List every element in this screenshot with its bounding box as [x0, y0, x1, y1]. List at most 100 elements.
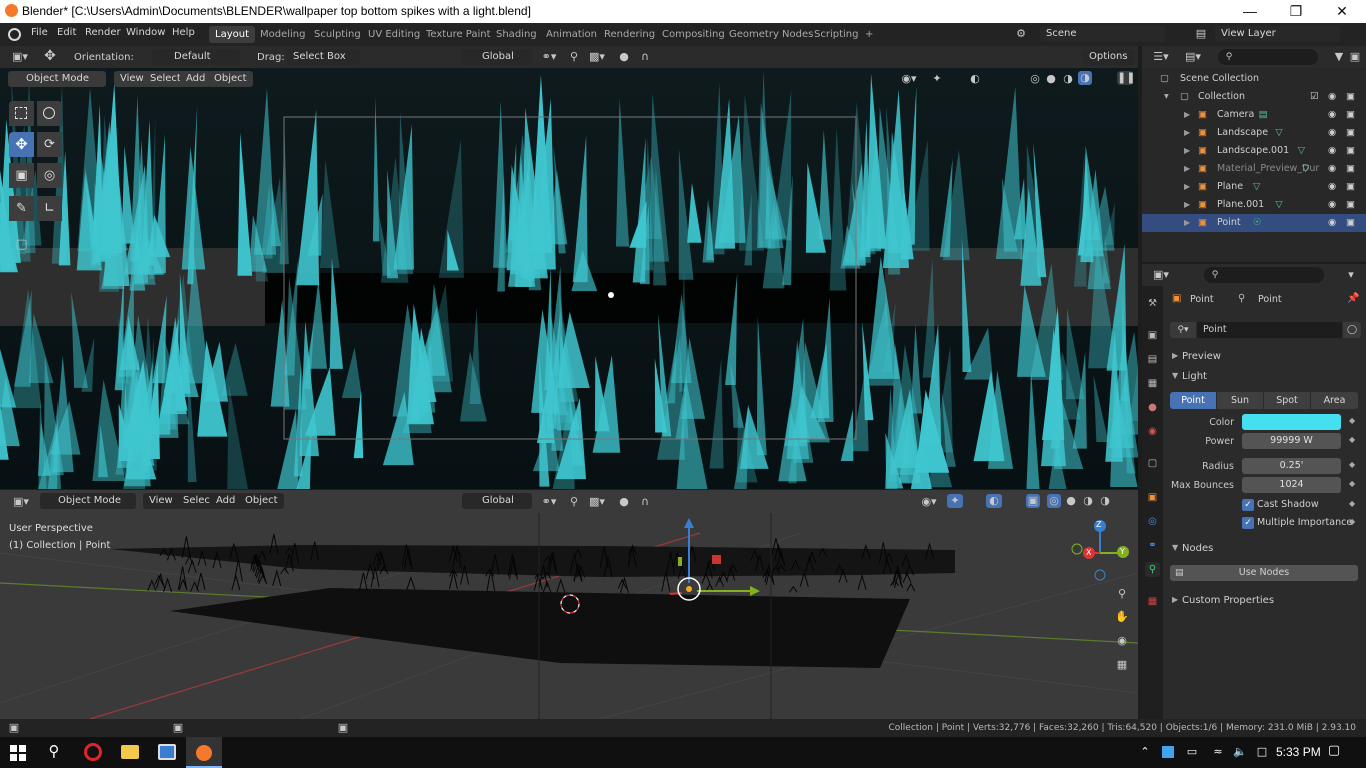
- battery-icon[interactable]: ▭: [1184, 745, 1200, 759]
- preview-panel-header[interactable]: ▶ Preview: [1166, 348, 1366, 366]
- tab-rendering[interactable]: Rendering: [598, 26, 661, 43]
- gizmo-bottom-icon[interactable]: ✦: [947, 494, 963, 508]
- volume-icon[interactable]: 🔈: [1232, 745, 1248, 759]
- menu-help[interactable]: Help: [172, 27, 195, 38]
- opera-icon[interactable]: [84, 743, 102, 761]
- tab-texture-paint[interactable]: Texture Paint: [420, 26, 497, 43]
- tray-app-icon[interactable]: [1162, 746, 1174, 758]
- snap-bottom-icon[interactable]: ⚲: [566, 495, 582, 509]
- shading-rendered-bottom-icon[interactable]: ◑: [1098, 494, 1112, 508]
- input-method-icon[interactable]: □: [1254, 745, 1270, 759]
- move-tool-icon[interactable]: ✥: [40, 49, 60, 63]
- navigation-gizmo[interactable]: Z Y X: [1070, 518, 1134, 582]
- camera-data-icon[interactable]: ▤: [1259, 106, 1268, 124]
- custom-properties-panel-header[interactable]: ▶ Custom Properties: [1166, 592, 1366, 610]
- shading-wireframe-icon[interactable]: ◎: [1028, 72, 1042, 86]
- menu-render[interactable]: Render: [85, 27, 121, 38]
- power-keyframe-icon[interactable]: ◆: [1349, 435, 1355, 444]
- transform-orientation-bottom-dropdown[interactable]: Global: [462, 493, 532, 509]
- collection-checkbox-icon[interactable]: ☑: [1310, 88, 1319, 106]
- editor-type-bottom-icon[interactable]: ▣▾: [10, 495, 32, 509]
- render-visibility-icon[interactable]: ▣: [1346, 124, 1355, 142]
- tab-layout[interactable]: Layout: [209, 26, 255, 43]
- wifi-icon[interactable]: ≈: [1210, 745, 1226, 759]
- outliner-editor-icon[interactable]: ☰▾: [1150, 50, 1172, 64]
- viewport-rendered[interactable]: [0, 68, 1138, 489]
- light-type-sun-button[interactable]: Sun: [1217, 392, 1263, 409]
- snap-target-icon[interactable]: ▩▾: [586, 50, 608, 64]
- orientation-dropdown[interactable]: Default: [152, 49, 240, 65]
- transform-tool-icon[interactable]: ◎: [37, 163, 62, 188]
- light-type-area-button[interactable]: Area: [1311, 392, 1358, 409]
- ortho-grid-icon[interactable]: ▦: [1114, 658, 1130, 672]
- gizmo-toggle-icon[interactable]: ✦: [928, 72, 946, 86]
- add-menu-top[interactable]: Add: [180, 71, 212, 87]
- transform-orientation-dropdown[interactable]: Global: [462, 49, 532, 65]
- outliner-item[interactable]: ▶ ▣ Plane ▽ ◉ ▣: [1142, 178, 1366, 196]
- expand-item-icon[interactable]: ▶: [1184, 142, 1190, 160]
- importance-keyframe-icon[interactable]: ◆: [1349, 517, 1355, 526]
- collection-tab-icon[interactable]: ▢: [1145, 456, 1160, 471]
- visibility-bottom-icon[interactable]: ◉▾: [918, 495, 940, 509]
- windows-start-icon[interactable]: [10, 745, 26, 761]
- expand-item-icon[interactable]: ▶: [1184, 214, 1190, 232]
- tab-shading[interactable]: Shading: [490, 26, 543, 43]
- outliner-item[interactable]: ▶ ▣ Camera ▤ ◉ ▣: [1142, 106, 1366, 124]
- close-icon[interactable]: ✕: [1319, 0, 1365, 23]
- shading-solid-icon[interactable]: ●: [1044, 72, 1058, 86]
- search-taskbar-icon[interactable]: ⚲: [44, 744, 64, 759]
- bounces-keyframe-icon[interactable]: ◆: [1349, 479, 1355, 488]
- expand-item-icon[interactable]: ▶: [1184, 160, 1190, 178]
- light-type-point-button[interactable]: Point: [1170, 392, 1216, 409]
- viewport-wireframe[interactable]: User Perspective (1) Collection | Point …: [0, 513, 1138, 719]
- render-visibility-icon[interactable]: ▣: [1346, 214, 1355, 232]
- outliner-item[interactable]: ▶ ▣ Material_Preview_Dur ▽ ◉ ▣: [1142, 160, 1366, 178]
- view-menu-bottom[interactable]: View: [143, 493, 179, 509]
- visibility-eye-icon[interactable]: ◉: [1328, 196, 1336, 214]
- shading-material-icon[interactable]: ◑: [1061, 72, 1075, 86]
- light-data-tab-icon[interactable]: ⚲: [1145, 562, 1160, 577]
- editor-type-icon[interactable]: ▣▾: [10, 50, 30, 64]
- new-collection-icon[interactable]: ▣: [1347, 50, 1363, 64]
- move-tool-shelf-icon[interactable]: ✥: [9, 132, 34, 157]
- object-tab-icon[interactable]: ▣: [1145, 490, 1160, 505]
- move-plane-handle[interactable]: [712, 555, 721, 564]
- shading-rendered-icon[interactable]: ◑: [1078, 71, 1092, 85]
- scene-tab-icon[interactable]: ●: [1145, 400, 1160, 415]
- expand-item-icon[interactable]: ▶: [1184, 196, 1190, 214]
- shading-wireframe-bottom-icon[interactable]: ◎: [1047, 494, 1061, 508]
- light-type-spot-button[interactable]: Spot: [1264, 392, 1310, 409]
- expand-item-icon[interactable]: ▶: [1184, 106, 1190, 124]
- light-power-field[interactable]: 99999 W: [1242, 433, 1341, 449]
- select-box-tool-icon[interactable]: [9, 101, 34, 126]
- shading-solid-bottom-icon[interactable]: ●: [1064, 494, 1078, 508]
- blender-menu-icon[interactable]: [8, 28, 21, 41]
- pivot-icon[interactable]: ⚭▾: [538, 50, 560, 64]
- move-x-arrow[interactable]: [669, 592, 683, 595]
- render-tab-icon[interactable]: ▣: [1145, 328, 1160, 343]
- tab-scripting[interactable]: Scripting: [808, 26, 864, 43]
- use-nodes-button[interactable]: ▤ Use Nodes: [1170, 565, 1358, 581]
- mesh-data-icon[interactable]: ▽: [1302, 160, 1309, 178]
- collection-eye-icon[interactable]: ◉: [1328, 88, 1336, 106]
- add-cube-tool-icon[interactable]: ▢: [9, 232, 34, 257]
- collection-render-icon[interactable]: ▣: [1346, 88, 1355, 106]
- light-radius-field[interactable]: 0.25': [1242, 458, 1341, 474]
- color-keyframe-icon[interactable]: ◆: [1349, 416, 1355, 425]
- proportional-edit-icon[interactable]: ●: [616, 50, 632, 64]
- render-visibility-icon[interactable]: ▣: [1346, 196, 1355, 214]
- expand-item-icon[interactable]: ▶: [1184, 178, 1190, 196]
- outliner-scene-collection[interactable]: ▢ Scene Collection: [1142, 70, 1366, 88]
- overlay-toggle-icon[interactable]: ◐: [966, 72, 984, 86]
- add-menu-bottom[interactable]: Add: [210, 493, 242, 509]
- properties-options-icon[interactable]: ▾: [1344, 268, 1358, 282]
- pause-render-icon[interactable]: ❚❚: [1117, 71, 1135, 85]
- render-visibility-icon[interactable]: ▣: [1346, 160, 1355, 178]
- light-panel-header[interactable]: ▼ Light: [1166, 368, 1366, 386]
- visibility-eye-icon[interactable]: ◉: [1328, 160, 1336, 178]
- outliner-search-input[interactable]: ⚲: [1218, 49, 1318, 65]
- outliner-item[interactable]: ▶ ▣ Landscape.001 ▽ ◉ ▣: [1142, 142, 1366, 160]
- mesh-data-icon[interactable]: ▽: [1253, 178, 1260, 196]
- menu-edit[interactable]: Edit: [57, 27, 76, 38]
- maximize-icon[interactable]: ❐: [1273, 0, 1319, 23]
